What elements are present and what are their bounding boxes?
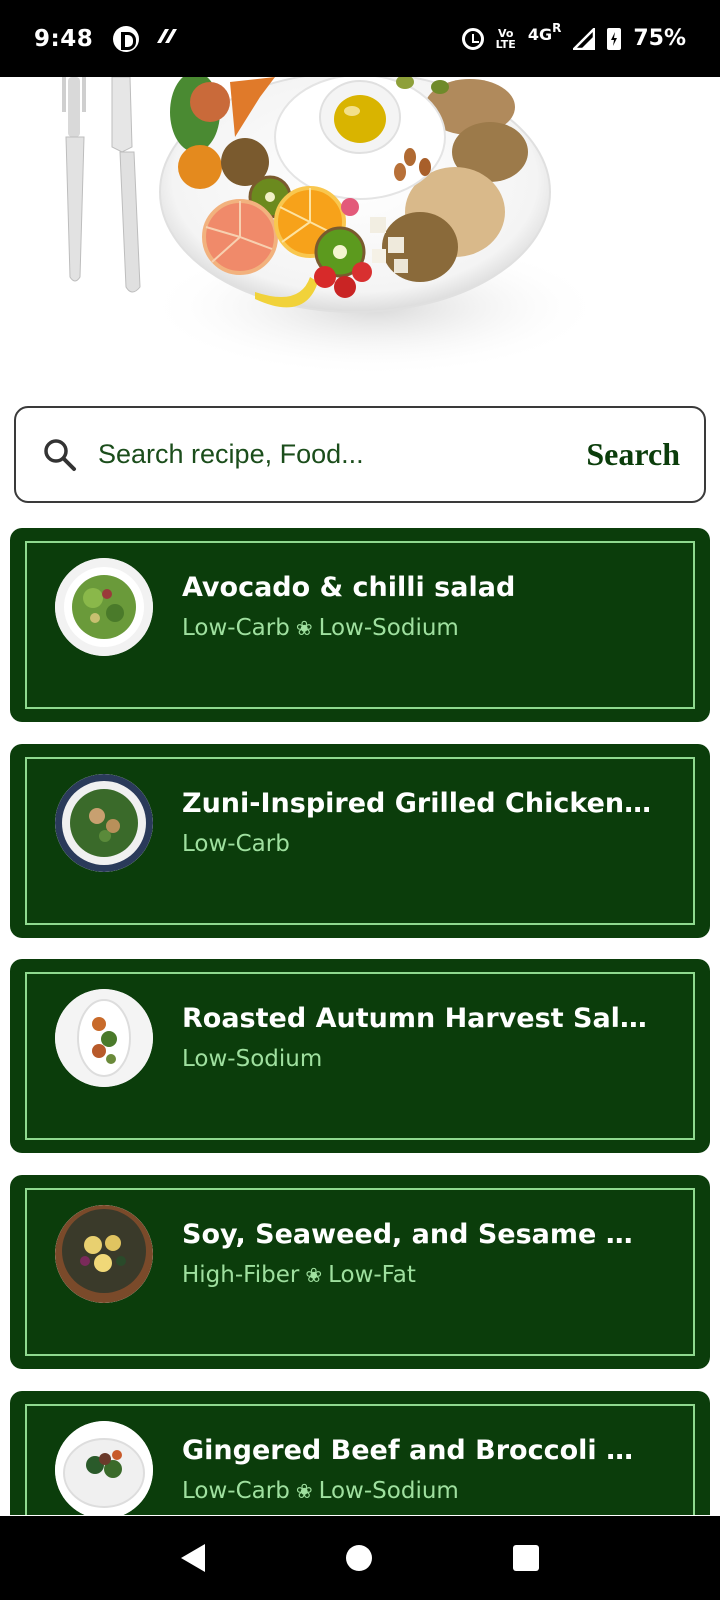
search-bar: Search — [14, 406, 706, 503]
signal-icon — [573, 27, 596, 50]
recipe-card-inner: Soy, Seaweed, and Sesame Pot… High-Fiber… — [25, 1188, 695, 1356]
search-button[interactable]: Search — [582, 436, 684, 473]
recipe-text: Avocado & chilli salad Low-Carb ❀ Low-So… — [182, 572, 652, 641]
status-time: 9:48 — [34, 25, 94, 52]
recipe-tag: Low-Sodium — [182, 1046, 323, 1072]
recipe-card-inner: Roasted Autumn Harvest Salad Low-Sodium — [25, 972, 695, 1140]
recipe-card[interactable]: Soy, Seaweed, and Sesame Pot… High-Fiber… — [10, 1175, 710, 1369]
recipe-tags: High-Fiber ❀ Low-Fat — [182, 1262, 652, 1288]
recipe-text: Roasted Autumn Harvest Salad Low-Sodium — [182, 1003, 652, 1072]
beef-broccoli-thumb — [55, 1421, 153, 1515]
network-type: 4G R — [528, 21, 562, 48]
recipe-tag: Low-Fat — [328, 1262, 416, 1288]
recipe-card[interactable]: Roasted Autumn Harvest Salad Low-Sodium — [10, 959, 710, 1153]
recipe-list: Avocado & chilli salad Low-Carb ❀ Low-So… — [10, 528, 710, 1515]
network-label: 4G — [527, 25, 553, 44]
navigation-bar — [0, 1516, 720, 1600]
status-icons: Vo LTE 4G R 75% — [461, 21, 686, 51]
recipe-tag: Low-Carb — [182, 1478, 290, 1504]
recipe-tags: Low-Sodium — [182, 1046, 652, 1072]
recipe-card-inner: Avocado & chilli salad Low-Carb ❀ Low-So… — [25, 541, 695, 709]
recipe-card-inner: Gingered Beef and Broccoli Sal… Low-Carb… — [25, 1404, 695, 1515]
harvest-salad-thumb — [55, 989, 153, 1087]
recipe-title: Zuni-Inspired Grilled Chicken S… — [182, 788, 652, 819]
chicken-salad-thumb — [55, 774, 153, 872]
recipe-title: Gingered Beef and Broccoli Sal… — [182, 1435, 652, 1466]
volte-indicator: Vo LTE — [496, 28, 516, 50]
recipe-title: Avocado & chilli salad — [182, 572, 516, 603]
recipe-text: Gingered Beef and Broccoli Sal… Low-Carb… — [182, 1435, 652, 1504]
tag-separator-icon: ❀ — [295, 616, 313, 640]
app-notification-icon-2 — [153, 25, 179, 53]
app-notification-icon — [113, 25, 140, 52]
recipe-card-inner: Zuni-Inspired Grilled Chicken S… Low-Car… — [25, 757, 695, 925]
search-icon[interactable] — [40, 435, 80, 475]
roaming-label: R — [552, 21, 562, 35]
recipe-tag: High-Fiber — [182, 1262, 300, 1288]
green-salad-thumb — [55, 558, 153, 656]
fork-icon — [62, 77, 86, 282]
alarm-icon — [461, 27, 484, 50]
back-icon[interactable] — [180, 1544, 205, 1572]
battery-percent: 75% — [633, 26, 686, 51]
recipe-title: Roasted Autumn Harvest Salad — [182, 1003, 652, 1034]
tag-separator-icon: ❀ — [295, 1479, 313, 1503]
home-icon[interactable] — [345, 1545, 372, 1571]
recipe-tag: Low-Sodium — [318, 615, 459, 641]
recipe-tag: Low-Carb — [182, 831, 290, 857]
hero-image — [0, 77, 720, 377]
recipe-card[interactable]: Avocado & chilli salad Low-Carb ❀ Low-So… — [10, 528, 710, 722]
recipe-text: Zuni-Inspired Grilled Chicken S… Low-Car… — [182, 788, 652, 857]
volte-bottom: LTE — [495, 37, 516, 51]
recipe-card[interactable]: Gingered Beef and Broccoli Sal… Low-Carb… — [10, 1391, 710, 1515]
status-bar: 9:48 Vo LTE 4G R 75% — [0, 0, 720, 77]
potato-salad-thumb — [55, 1205, 153, 1303]
recipe-tags: Low-Carb ❀ Low-Sodium — [182, 1478, 652, 1504]
recipe-tags: Low-Carb ❀ Low-Sodium — [182, 615, 652, 641]
search-input[interactable] — [98, 424, 583, 485]
recipe-title: Soy, Seaweed, and Sesame Pot… — [182, 1219, 652, 1250]
recipe-tags: Low-Carb — [182, 831, 652, 857]
recipe-text: Soy, Seaweed, and Sesame Pot… High-Fiber… — [182, 1219, 652, 1288]
knife-icon — [111, 77, 141, 293]
food-plate-illustration — [62, 77, 605, 377]
tag-separator-icon: ❀ — [305, 1263, 323, 1287]
battery-icon — [607, 27, 622, 50]
recipe-tag: Low-Sodium — [318, 1478, 459, 1504]
recent-apps-icon[interactable] — [513, 1545, 540, 1571]
recipe-card[interactable]: Zuni-Inspired Grilled Chicken S… Low-Car… — [10, 744, 710, 938]
recipe-tag: Low-Carb — [182, 615, 290, 641]
